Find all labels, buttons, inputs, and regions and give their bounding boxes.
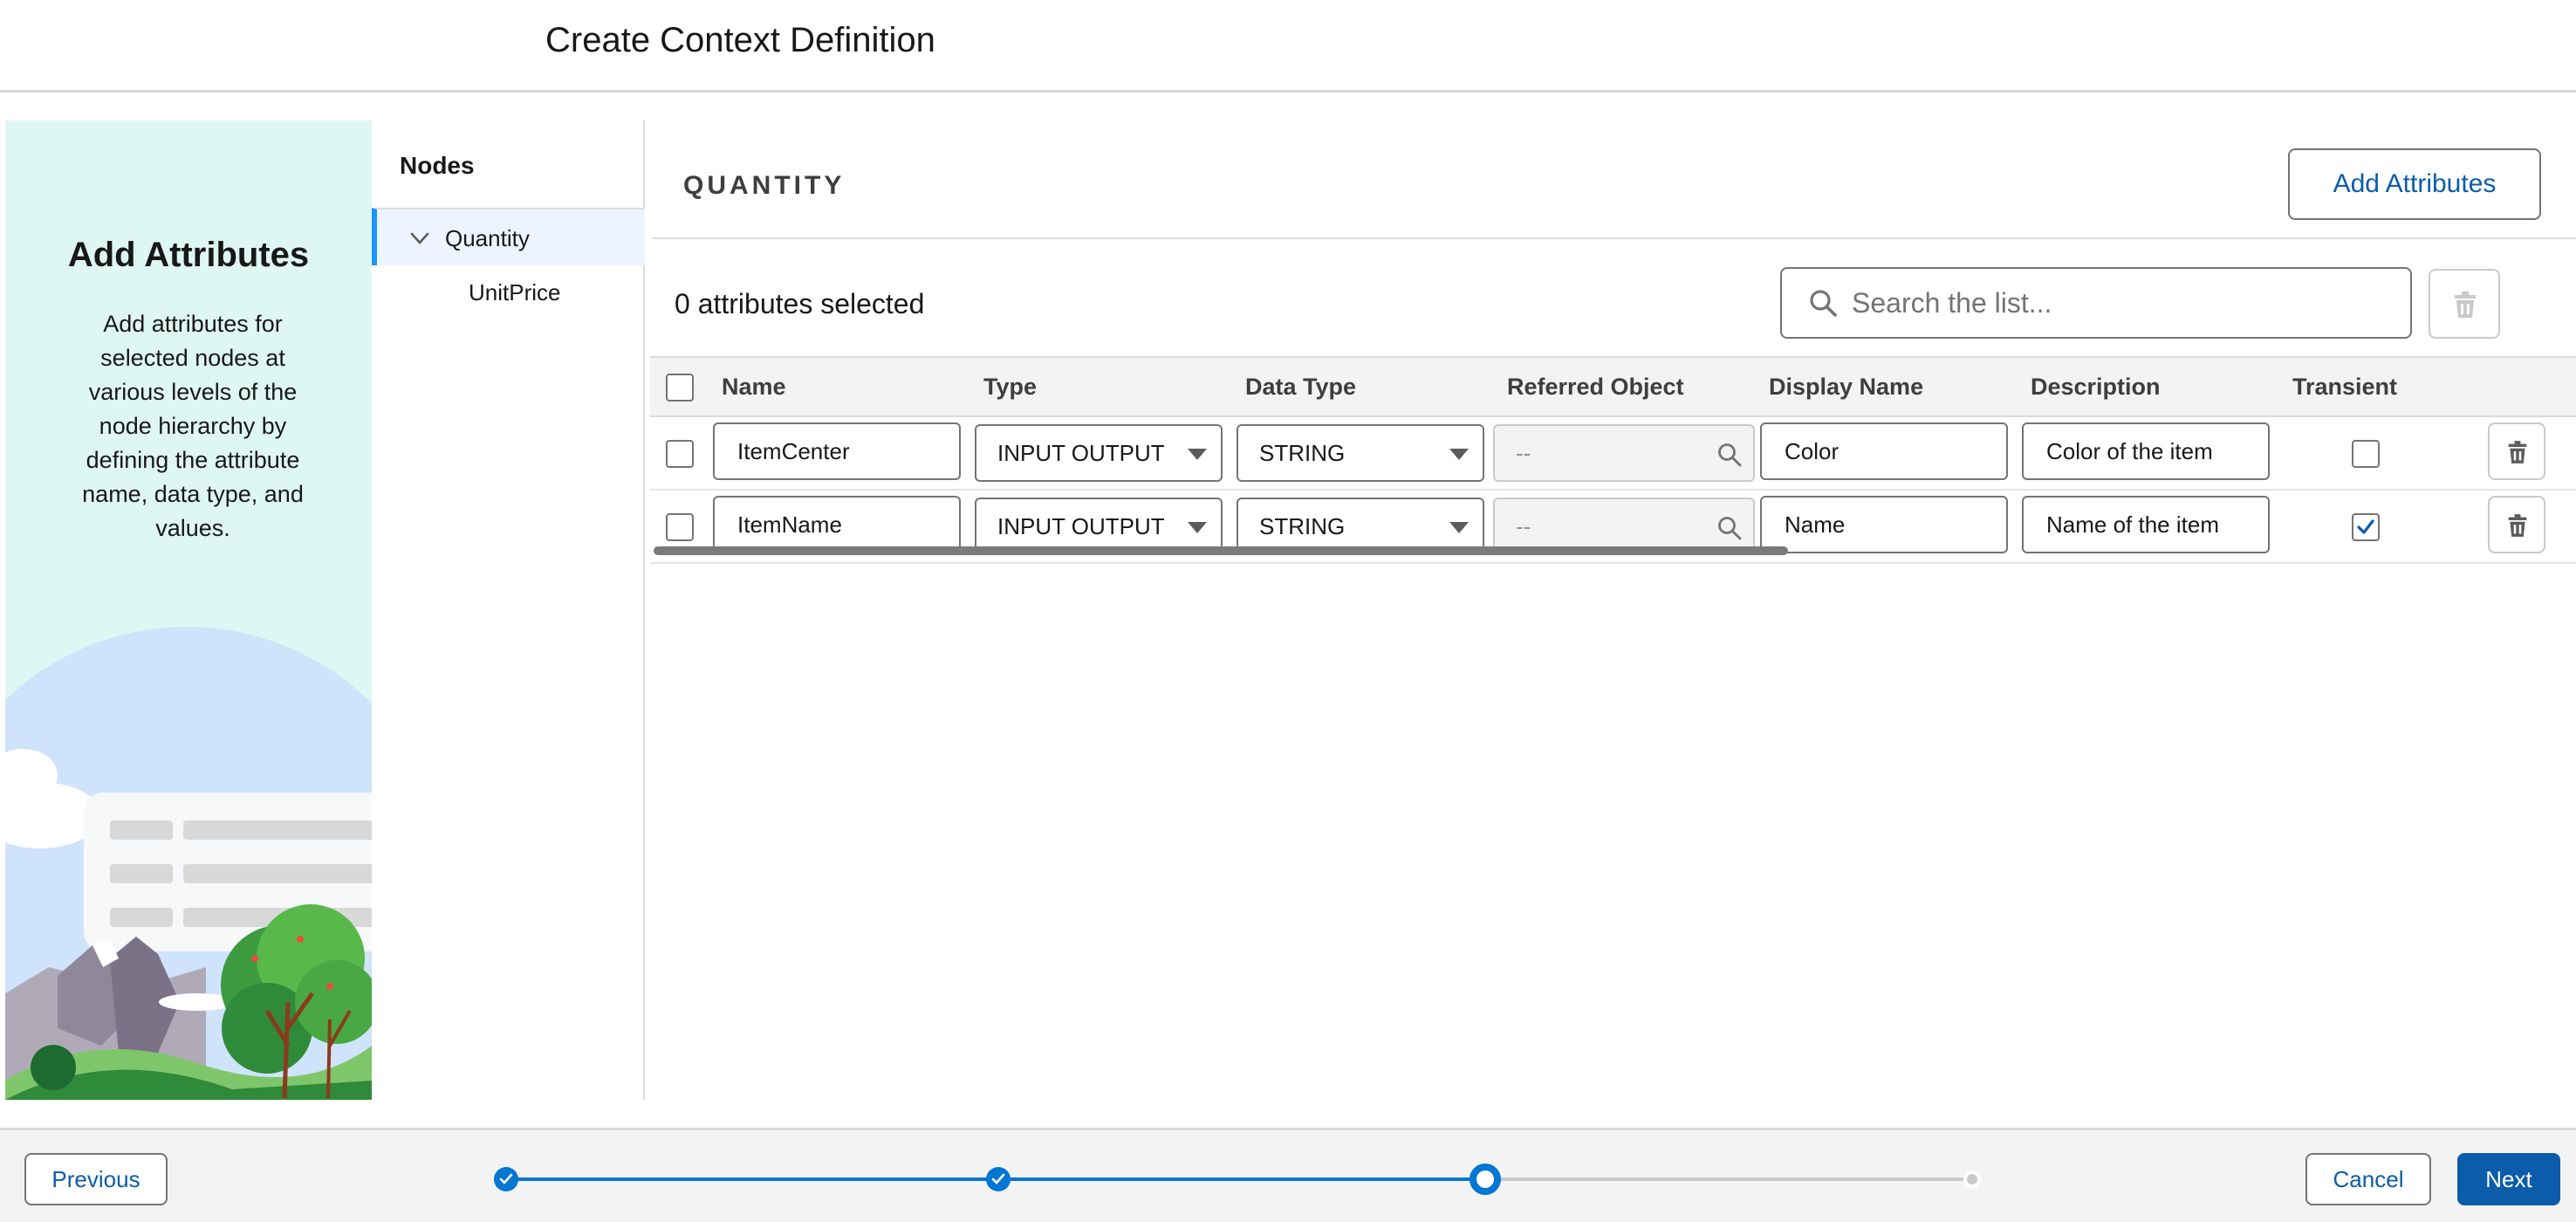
checkmark-icon bbox=[499, 1173, 513, 1184]
chevron-down-icon[interactable] bbox=[408, 227, 431, 250]
transient-checkbox[interactable] bbox=[2352, 440, 2380, 468]
page-title: Create Context Definition bbox=[545, 21, 935, 59]
attributes-section: QUANTITY Add Attributes 0 attributes sel… bbox=[647, 120, 2576, 1100]
checkmark-icon bbox=[2357, 519, 2374, 534]
trash-icon bbox=[2508, 514, 2527, 537]
column-header-display-name[interactable]: Display Name bbox=[1769, 374, 1923, 401]
select-all-checkbox[interactable] bbox=[666, 374, 694, 402]
referred-object-value: -- bbox=[1516, 513, 1531, 539]
table-header: Name Type Data Type Referred Object Disp… bbox=[650, 356, 2576, 417]
attribute-name-input[interactable] bbox=[713, 422, 961, 480]
illustration-title: Add Attributes bbox=[67, 236, 310, 274]
add-attributes-button[interactable]: Add Attributes bbox=[2288, 148, 2541, 220]
illustration-panel: Add Attributes Add attributes for select… bbox=[5, 120, 372, 1100]
search-icon bbox=[1718, 517, 1742, 540]
node-item-unitprice[interactable]: UnitPrice bbox=[469, 279, 560, 306]
data-type-select-value: STRING bbox=[1259, 513, 1346, 539]
trash-icon bbox=[2455, 292, 2476, 318]
type-select-value: INPUT OUTPUT bbox=[997, 440, 1165, 466]
caret-down-icon bbox=[1188, 522, 1207, 533]
caret-down-icon bbox=[1449, 449, 1469, 460]
progress-step-1[interactable] bbox=[494, 1167, 518, 1191]
search-icon bbox=[1718, 443, 1742, 467]
column-header-data-type[interactable]: Data Type bbox=[1245, 374, 1356, 401]
footer: Previous Cancel Next bbox=[0, 1128, 2576, 1222]
progress-step-4[interactable] bbox=[1963, 1171, 1981, 1188]
column-header-transient[interactable]: Transient bbox=[2292, 374, 2397, 401]
search-icon bbox=[1810, 290, 1837, 317]
delete-selected-button[interactable] bbox=[2429, 269, 2500, 339]
section-title: QUANTITY bbox=[683, 171, 846, 200]
horizontal-scrollbar[interactable] bbox=[654, 546, 1788, 555]
checkmark-icon bbox=[991, 1173, 1005, 1184]
description-input[interactable] bbox=[2022, 496, 2270, 553]
progress-step-2[interactable] bbox=[986, 1167, 1011, 1191]
cancel-button[interactable]: Cancel bbox=[2305, 1153, 2431, 1205]
type-select[interactable]: INPUT OUTPUT bbox=[975, 424, 1223, 482]
delete-row-button[interactable] bbox=[2488, 422, 2545, 480]
nodes-title: Nodes bbox=[400, 152, 475, 179]
node-label: Quantity bbox=[445, 225, 530, 251]
column-header-name[interactable]: Name bbox=[722, 374, 786, 401]
table-row: INPUT OUTPUT STRING -- bbox=[650, 417, 2576, 491]
referred-object-lookup: -- bbox=[1493, 424, 1755, 482]
previous-button[interactable]: Previous bbox=[24, 1153, 168, 1205]
caret-down-icon bbox=[1188, 449, 1207, 460]
data-type-select-value: STRING bbox=[1259, 440, 1346, 466]
next-button[interactable]: Next bbox=[2457, 1153, 2560, 1205]
transient-checkbox[interactable] bbox=[2352, 513, 2380, 541]
search-input[interactable] bbox=[1852, 283, 2393, 323]
row-checkbox[interactable] bbox=[666, 513, 694, 541]
attributes-table: Name Type Data Type Referred Object Disp… bbox=[650, 356, 2576, 564]
display-name-input[interactable] bbox=[1760, 496, 2008, 553]
nodes-panel: Nodes Quantity UnitPrice bbox=[372, 120, 645, 1100]
divider bbox=[652, 237, 2576, 239]
landscape-illustration bbox=[5, 627, 372, 1100]
referred-object-value: -- bbox=[1516, 440, 1531, 466]
delete-row-button[interactable] bbox=[2488, 496, 2545, 553]
type-select-value: INPUT OUTPUT bbox=[997, 513, 1165, 539]
row-checkbox[interactable] bbox=[666, 440, 694, 468]
description-input[interactable] bbox=[2022, 422, 2270, 480]
caret-down-icon bbox=[1449, 522, 1469, 533]
page-header: Create Context Definition bbox=[0, 0, 2576, 93]
illustration-description: Add attributes for selected nodes at var… bbox=[82, 311, 304, 541]
selected-count: 0 attributes selected bbox=[675, 288, 925, 319]
attribute-name-input[interactable] bbox=[713, 496, 961, 553]
column-header-referred-object[interactable]: Referred Object bbox=[1507, 374, 1684, 401]
column-header-description[interactable]: Description bbox=[2031, 374, 2161, 401]
progress-line-incomplete bbox=[1483, 1177, 1972, 1181]
progress-step-3-current[interactable] bbox=[1470, 1164, 1501, 1195]
data-type-select[interactable]: STRING bbox=[1237, 424, 1484, 482]
trash-icon bbox=[2508, 441, 2527, 463]
display-name-input[interactable] bbox=[1760, 422, 2008, 480]
search-box[interactable] bbox=[1780, 267, 2412, 339]
progress-indicator bbox=[489, 1162, 1990, 1197]
column-header-type[interactable]: Type bbox=[983, 374, 1037, 401]
node-item-quantity[interactable]: Quantity bbox=[372, 208, 645, 265]
